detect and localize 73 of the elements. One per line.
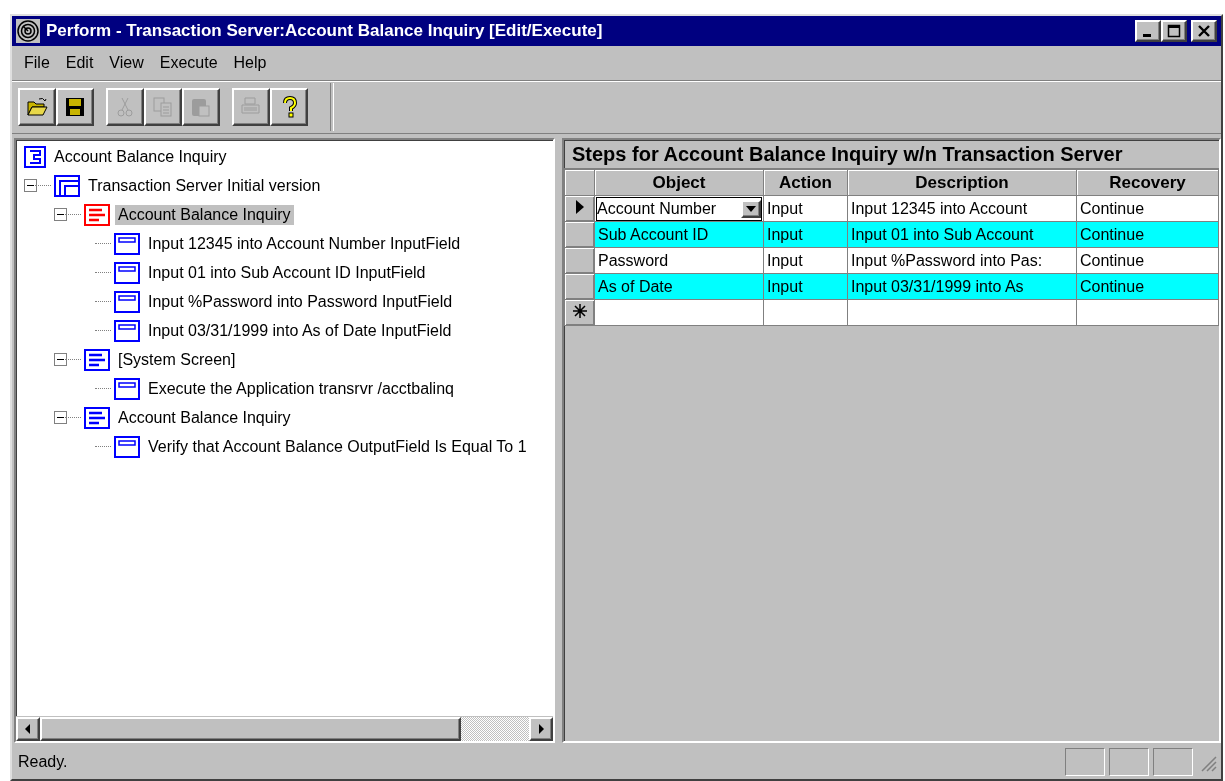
table-cell: Input — [763, 273, 848, 300]
close-button[interactable] — [1191, 20, 1217, 42]
collapse-icon[interactable] — [24, 179, 37, 192]
tree-item[interactable]: Account Balance Inquiry — [115, 407, 294, 428]
table-cell: Input — [763, 221, 848, 248]
tree-item[interactable]: Account Balance Inquiry — [115, 204, 294, 225]
step-icon — [114, 377, 140, 400]
step-icon — [114, 290, 140, 313]
menu-item[interactable]: File — [16, 51, 58, 75]
folder-icon — [25, 95, 49, 119]
tree-item[interactable]: Verify that Account Balance OutputField Is Equal To 1 — [145, 436, 530, 457]
collapse-icon[interactable] — [54, 411, 67, 424]
step-icon — [114, 261, 140, 284]
table-cell: As of Date — [594, 273, 764, 300]
table-cell: Continue — [1076, 273, 1219, 300]
scroll-left-icon[interactable] — [24, 724, 32, 734]
horizontal-scrollbar[interactable] — [16, 716, 553, 741]
menu-item[interactable]: Help — [225, 51, 275, 75]
suite-icon — [24, 145, 46, 168]
menu-item[interactable]: Execute — [151, 51, 226, 75]
table-cell: Input 12345 into Account — [847, 195, 1077, 222]
status-panel — [1065, 748, 1105, 776]
tree-item[interactable]: Input 12345 into Account Number InputField — [145, 233, 464, 254]
column-header[interactable]: Action — [763, 169, 848, 196]
column-header[interactable]: Object — [594, 169, 764, 196]
status-panel — [1153, 748, 1193, 776]
table-cell: Input — [763, 247, 848, 274]
step-icon — [114, 435, 140, 458]
table-cell: Password — [594, 247, 764, 274]
dropdown-arrow-icon[interactable] — [746, 205, 756, 212]
app-icon[interactable] — [16, 19, 40, 43]
menu-item[interactable]: Edit — [57, 51, 102, 75]
version-icon — [54, 174, 80, 197]
tree-item[interactable]: Transaction Server Initial version — [85, 175, 324, 196]
tree-item[interactable]: Execute the Application transrvr /acctbalinq — [145, 378, 457, 399]
step-icon — [114, 232, 140, 255]
menu-item[interactable]: View — [101, 51, 152, 75]
tree-item[interactable]: Input 03/31/1999 into As of Date InputField — [145, 320, 455, 341]
collapse-icon[interactable] — [54, 208, 67, 221]
copy-icon — [151, 95, 175, 119]
row-selector[interactable] — [564, 299, 595, 326]
step-icon — [114, 319, 140, 342]
current-row-icon — [574, 199, 585, 214]
tree-item[interactable]: [System Screen] — [115, 349, 239, 370]
collapse-icon[interactable] — [54, 353, 67, 366]
status-text: Ready. — [18, 753, 69, 771]
help-button[interactable] — [270, 88, 308, 126]
asterisk-icon — [572, 303, 587, 318]
minimize-icon — [1143, 33, 1151, 37]
table-cell: Input 03/31/1999 into As — [847, 273, 1077, 300]
table-cell: Input 01 into Sub Account — [847, 221, 1077, 248]
tree-item[interactable]: Input 01 into Sub Account ID InputField — [145, 262, 429, 283]
window-title: Perform - Transaction Server:Account Balance Inquiry [Edit/Execute] — [46, 21, 604, 41]
table-cell: Input — [763, 195, 848, 222]
table-cell: Continue — [1076, 221, 1219, 248]
save-button[interactable] — [56, 88, 94, 126]
table-cell: Input %Password into Pas: — [847, 247, 1077, 274]
tree-item[interactable]: Input %Password into Password InputField — [145, 291, 456, 312]
column-header[interactable]: Recovery — [1076, 169, 1219, 196]
maximize-icon — [1167, 24, 1181, 38]
status-panel — [1109, 748, 1149, 776]
tree-item[interactable]: Account Balance Inquiry — [51, 146, 230, 167]
maximize-button[interactable] — [1161, 20, 1187, 42]
minimize-button[interactable] — [1135, 20, 1161, 42]
table-cell: Sub Account ID — [594, 221, 764, 248]
open-button[interactable] — [18, 88, 56, 126]
object-dropdown[interactable]: Account Number — [596, 196, 762, 221]
column-header[interactable]: Description — [847, 169, 1077, 196]
row-selector[interactable] — [564, 195, 595, 222]
close-icon — [1197, 24, 1211, 38]
table-cell: Continue — [1076, 195, 1219, 222]
scroll-right-icon[interactable] — [537, 724, 545, 734]
table-cell: Continue — [1076, 247, 1219, 274]
